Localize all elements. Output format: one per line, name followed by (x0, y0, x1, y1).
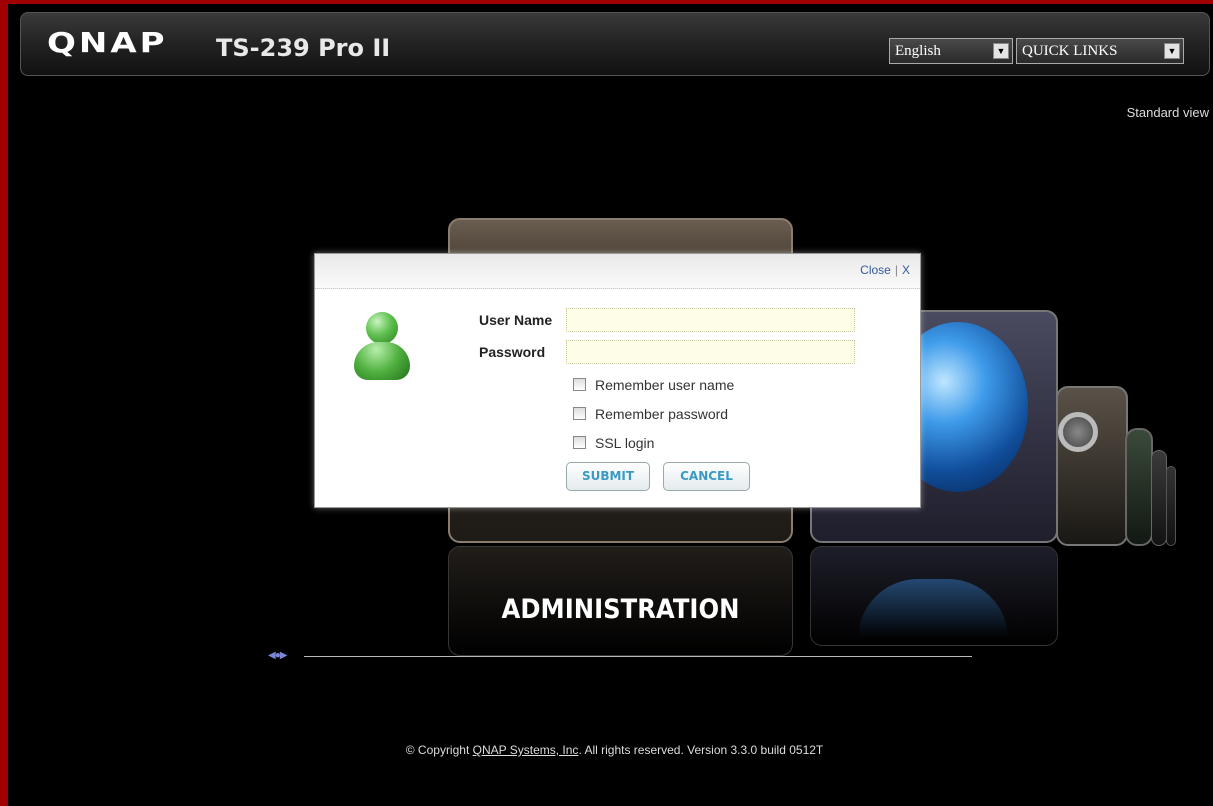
model-name: TS-239 Pro II (216, 34, 391, 62)
magnifier-icon (1058, 412, 1098, 452)
quick-links-select-value: QUICK LINKS (1022, 43, 1118, 59)
remember-username-checkbox[interactable] (573, 378, 586, 391)
carousel-card[interactable] (1166, 466, 1176, 546)
cancel-button[interactable]: CANCEL (663, 462, 750, 491)
carousel-card-search[interactable] (1056, 386, 1128, 546)
quick-links-select[interactable]: QUICK LINKS ▼ (1016, 38, 1184, 64)
chevron-down-icon[interactable]: ▼ (993, 43, 1009, 59)
chevron-down-icon[interactable]: ▼ (1164, 43, 1180, 59)
submit-button[interactable]: SUBMIT (566, 462, 650, 491)
remember-username-row[interactable]: Remember user name (573, 377, 734, 393)
dialog-titlebar: Close | X (315, 254, 920, 289)
remember-password-label: Remember password (595, 406, 729, 422)
header-bar: QNAP TS-239 Pro II English ▼ QUICK LINKS… (20, 12, 1210, 76)
close-separator: | (894, 263, 898, 277)
carousel-title: ADMINISTRATION (501, 594, 740, 625)
copyright-footer: © Copyright QNAP Systems, Inc. All right… (8, 743, 1213, 757)
remember-password-row[interactable]: Remember password (573, 406, 728, 422)
close-link[interactable]: Close (860, 263, 891, 277)
username-label: User Name (479, 312, 553, 328)
qnap-logo: QNAP (47, 26, 168, 60)
close-icon[interactable]: X (902, 263, 910, 277)
copyright-prefix: © Copyright (405, 743, 473, 757)
user-avatar-icon (352, 312, 412, 382)
username-input[interactable] (566, 308, 855, 332)
carousel-card[interactable] (1125, 428, 1153, 546)
standard-view-link[interactable]: Standard view (1127, 105, 1209, 120)
language-select-value: English (895, 43, 941, 59)
login-dialog: Close | X User Name Password Remember user… (314, 253, 921, 508)
carousel-slider-track[interactable] (304, 656, 972, 657)
language-select[interactable]: English ▼ (889, 38, 1013, 64)
remember-username-label: Remember user name (595, 377, 735, 393)
close-control: Close | X (860, 263, 910, 277)
password-input[interactable] (566, 340, 855, 364)
remember-password-checkbox[interactable] (573, 407, 586, 420)
copyright-suffix: . All rights reserved. Version 3.3.0 bui… (578, 743, 824, 757)
ssl-login-label: SSL login (595, 435, 655, 451)
app-frame: QNAP TS-239 Pro II English ▼ QUICK LINKS… (0, 0, 1213, 806)
carousel-card[interactable] (1151, 450, 1167, 546)
ssl-login-checkbox[interactable] (573, 436, 586, 449)
password-label: Password (479, 344, 546, 360)
slider-arrows-icon[interactable]: ◀●▶ (268, 650, 302, 662)
ssl-login-row[interactable]: SSL login (573, 435, 654, 451)
company-link[interactable]: QNAP Systems, Inc (473, 743, 579, 757)
